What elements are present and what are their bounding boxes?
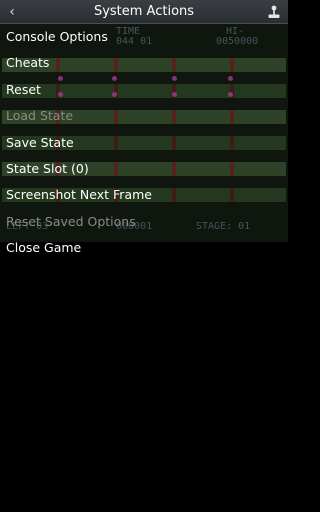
- app-header: ‹ System Actions: [0, 0, 288, 24]
- chevron-left-icon: ‹: [9, 4, 15, 20]
- back-button[interactable]: ‹: [0, 0, 24, 24]
- menu-item-state-slot[interactable]: State Slot (0): [0, 156, 288, 182]
- menu-item-load-state[interactable]: Load State: [0, 103, 288, 129]
- system-actions-menu: Console Options Cheats Reset Load State …: [0, 24, 288, 262]
- page-title: System Actions: [93, 4, 195, 19]
- menu-item-reset-saved-options[interactable]: Reset Saved Options: [0, 209, 288, 235]
- menu-item-screenshot-next-frame[interactable]: Screenshot Next Frame: [0, 182, 288, 208]
- joystick-icon: [268, 5, 280, 18]
- menu-item-save-state[interactable]: Save State: [0, 130, 288, 156]
- joystick-button[interactable]: [262, 0, 286, 24]
- menu-item-console-options[interactable]: Console Options: [0, 24, 288, 50]
- menu-item-cheats[interactable]: Cheats: [0, 50, 288, 76]
- menu-item-reset[interactable]: Reset: [0, 77, 288, 103]
- menu-item-close-game[interactable]: Close Game: [0, 235, 288, 261]
